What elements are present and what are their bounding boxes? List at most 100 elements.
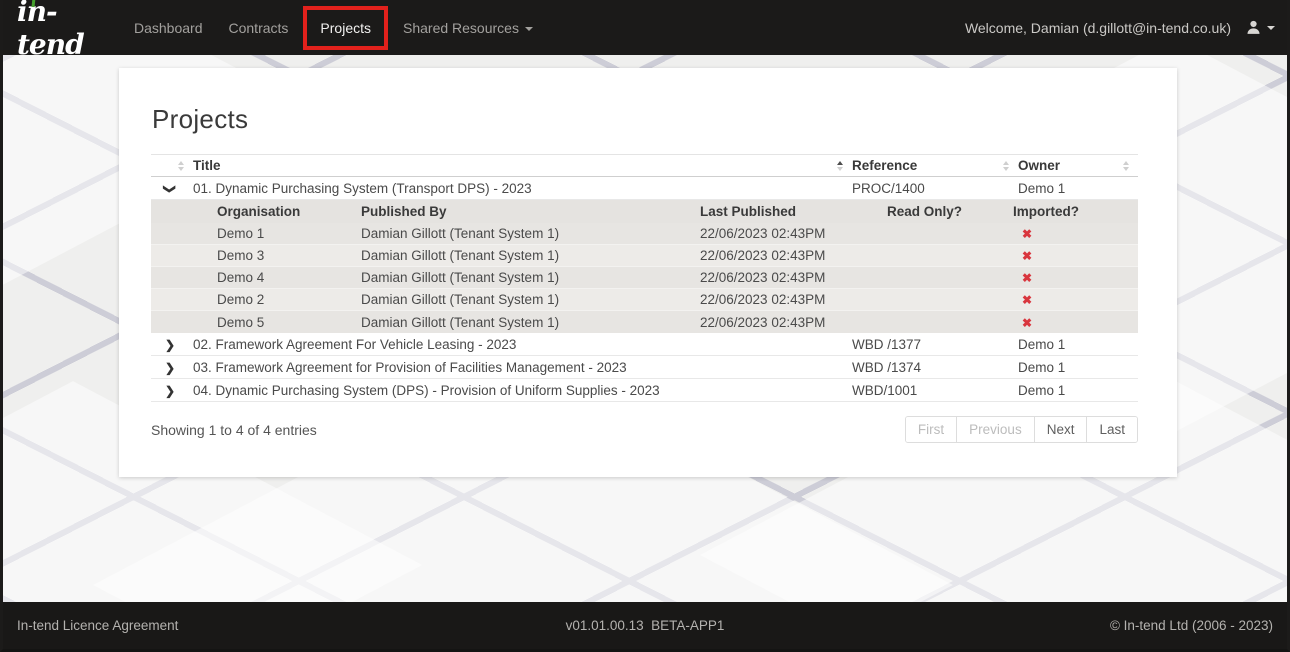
- published-by-cell: Damian Gillott (Tenant System 1): [361, 226, 700, 241]
- subtable-header-read-only: Read Only?: [887, 204, 1013, 219]
- published-by-cell: Damian Gillott (Tenant System 1): [361, 292, 700, 307]
- subtable-row: Demo 5 Damian Gillott (Tenant System 1) …: [151, 311, 1138, 333]
- last-published-cell: 22/06/2023 02:43PM: [700, 315, 887, 330]
- table-row[interactable]: ❯ 03. Framework Agreement for Provision …: [151, 356, 1138, 379]
- app-logo-text: in-tend: [17, 0, 84, 61]
- imported-cell: ✖: [1013, 292, 1138, 307]
- expand-row-icon[interactable]: ❯: [165, 385, 175, 397]
- imported-cell: ✖: [1013, 270, 1138, 285]
- nav-item-contracts[interactable]: Contracts: [216, 10, 302, 46]
- column-header-reference[interactable]: Reference: [852, 155, 1018, 176]
- organisation-cell: Demo 1: [217, 226, 361, 241]
- column-header-owner[interactable]: Owner: [1018, 155, 1138, 176]
- table-row[interactable]: ❯ 04. Dynamic Purchasing System (DPS) - …: [151, 379, 1138, 402]
- project-reference: WBD/1001: [852, 383, 1018, 398]
- projects-table: Title Reference Owner ❯ 01. Dynamic Purc…: [151, 154, 1138, 402]
- project-owner: Demo 1: [1018, 337, 1138, 352]
- table-row[interactable]: ❯ 01. Dynamic Purchasing System (Transpo…: [151, 177, 1138, 200]
- welcome-text: Welcome, Damian (d.gillott@in-tend.co.uk…: [965, 20, 1231, 36]
- project-reference: PROC/1400: [852, 181, 1018, 196]
- expand-row-icon[interactable]: ❯: [165, 362, 175, 374]
- project-title: 04. Dynamic Purchasing System (DPS) - Pr…: [193, 383, 852, 398]
- column-header-owner-label: Owner: [1018, 158, 1060, 173]
- organisation-cell: Demo 3: [217, 248, 361, 263]
- projects-highlight-box: Projects: [303, 6, 388, 50]
- subtable-header-imported: Imported?: [1013, 204, 1138, 219]
- page-footer: In-tend Licence Agreement v01.01.00.13 B…: [3, 602, 1287, 649]
- imported-cell: ✖: [1013, 248, 1138, 263]
- pagination-last-button[interactable]: Last: [1086, 417, 1137, 442]
- subtable-header-row: Organisation Published By Last Published…: [151, 200, 1138, 223]
- pagination-previous-button[interactable]: Previous: [956, 417, 1034, 442]
- project-owner: Demo 1: [1018, 383, 1138, 398]
- table-footer: Showing 1 to 4 of 4 entries First Previo…: [151, 416, 1138, 443]
- table-header-row: Title Reference Owner: [151, 154, 1138, 177]
- page-background: Projects Title Reference Owner ❯ 01. Dyn…: [3, 55, 1287, 602]
- last-published-cell: 22/06/2023 02:43PM: [700, 292, 887, 307]
- not-imported-x-icon: ✖: [1022, 293, 1032, 307]
- navbar-right: Welcome, Damian (d.gillott@in-tend.co.uk…: [965, 19, 1275, 36]
- expand-row-icon[interactable]: ❯: [165, 339, 175, 351]
- subtable-header-organisation: Organisation: [217, 204, 361, 219]
- imported-cell: ✖: [1013, 315, 1138, 330]
- row-details-subtable: Organisation Published By Last Published…: [151, 200, 1138, 333]
- sort-ascending-icon: [837, 161, 843, 171]
- entries-summary: Showing 1 to 4 of 4 entries: [151, 422, 317, 438]
- column-header-title-label: Title: [193, 158, 221, 173]
- version-text: v01.01.00.13 BETA-APP1: [436, 618, 855, 633]
- sort-icon: [178, 161, 184, 171]
- pagination: First Previous Next Last: [905, 416, 1138, 443]
- nav-item-shared-resources[interactable]: Shared Resources: [390, 10, 546, 46]
- subtable-row: Demo 2 Damian Gillott (Tenant System 1) …: [151, 289, 1138, 311]
- not-imported-x-icon: ✖: [1022, 227, 1032, 241]
- last-published-cell: 22/06/2023 02:43PM: [700, 270, 887, 285]
- pagination-first-button[interactable]: First: [906, 417, 956, 442]
- app-logo[interactable]: in-tend: [17, 0, 109, 61]
- not-imported-x-icon: ✖: [1022, 316, 1032, 330]
- published-by-cell: Damian Gillott (Tenant System 1): [361, 270, 700, 285]
- main-navigation: Dashboard Contracts Projects Shared Reso…: [121, 6, 546, 50]
- licence-agreement-link[interactable]: In-tend Licence Agreement: [17, 618, 436, 633]
- chevron-down-icon: [525, 27, 533, 31]
- not-imported-x-icon: ✖: [1022, 249, 1032, 263]
- pagination-next-button[interactable]: Next: [1034, 417, 1087, 442]
- last-published-cell: 22/06/2023 02:43PM: [700, 248, 887, 263]
- not-imported-x-icon: ✖: [1022, 271, 1032, 285]
- user-icon: [1245, 19, 1262, 36]
- user-menu[interactable]: [1245, 19, 1275, 36]
- nav-item-projects[interactable]: Projects: [307, 10, 384, 46]
- subtable-row: Demo 1 Damian Gillott (Tenant System 1) …: [151, 223, 1138, 245]
- project-owner: Demo 1: [1018, 181, 1138, 196]
- published-by-cell: Damian Gillott (Tenant System 1): [361, 248, 700, 263]
- project-owner: Demo 1: [1018, 360, 1138, 375]
- nav-item-dashboard[interactable]: Dashboard: [121, 10, 216, 46]
- project-title: 01. Dynamic Purchasing System (Transport…: [193, 181, 852, 196]
- column-header-title[interactable]: Title: [193, 155, 852, 176]
- organisation-cell: Demo 4: [217, 270, 361, 285]
- project-title: 03. Framework Agreement for Provision of…: [193, 360, 852, 375]
- project-reference: WBD /1374: [852, 360, 1018, 375]
- organisation-cell: Demo 2: [217, 292, 361, 307]
- top-navbar: in-tend Dashboard Contracts Projects Sha…: [3, 0, 1287, 55]
- project-title: 02. Framework Agreement For Vehicle Leas…: [193, 337, 852, 352]
- shared-resources-label: Shared Resources: [403, 20, 519, 36]
- subtable-row: Demo 4 Damian Gillott (Tenant System 1) …: [151, 267, 1138, 289]
- subtable-header-last-published: Last Published: [700, 204, 887, 219]
- copyright-text: © In-tend Ltd (2006 - 2023): [854, 618, 1273, 633]
- table-row[interactable]: ❯ 02. Framework Agreement For Vehicle Le…: [151, 333, 1138, 356]
- sort-icon: [1123, 161, 1129, 171]
- subtable-row: Demo 3 Damian Gillott (Tenant System 1) …: [151, 245, 1138, 267]
- imported-cell: ✖: [1013, 226, 1138, 241]
- subtable-header-published-by: Published By: [361, 204, 700, 219]
- page-title: Projects: [152, 104, 1138, 135]
- sort-icon: [1003, 161, 1009, 171]
- collapse-row-icon[interactable]: ❯: [164, 183, 176, 193]
- project-reference: WBD /1377: [852, 337, 1018, 352]
- organisation-cell: Demo 5: [217, 315, 361, 330]
- column-header-reference-label: Reference: [852, 158, 917, 173]
- chevron-down-icon: [1267, 26, 1275, 30]
- projects-card: Projects Title Reference Owner ❯ 01. Dyn…: [119, 68, 1177, 477]
- published-by-cell: Damian Gillott (Tenant System 1): [361, 315, 700, 330]
- last-published-cell: 22/06/2023 02:43PM: [700, 226, 887, 241]
- column-header-expander[interactable]: [151, 155, 193, 176]
